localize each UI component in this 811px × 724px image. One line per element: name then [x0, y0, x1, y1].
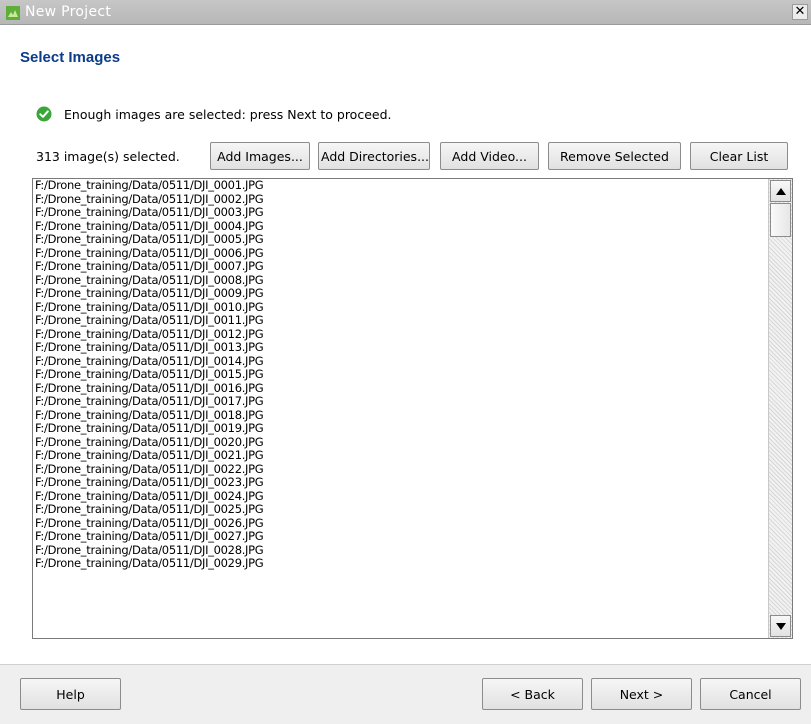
close-icon: ✕ [794, 4, 806, 19]
add-video-button[interactable]: Add Video... [440, 142, 539, 170]
arrow-down-icon [776, 623, 786, 630]
remove-selected-button[interactable]: Remove Selected [548, 142, 681, 170]
selected-count: 313 image(s) selected. [36, 149, 180, 164]
list-item[interactable]: F:/Drone_training/Data/0511/DJI_0025.JPG [35, 502, 765, 517]
list-item[interactable]: F:/Drone_training/Data/0511/DJI_0009.JPG [35, 286, 765, 301]
list-item[interactable]: F:/Drone_training/Data/0511/DJI_0026.JPG [35, 516, 765, 531]
list-item[interactable]: F:/Drone_training/Data/0511/DJI_0014.JPG [35, 354, 765, 369]
status-message: Enough images are selected: press Next t… [64, 107, 392, 122]
close-button[interactable]: ✕ [792, 4, 808, 20]
footer-bar: Help < Back Next > Cancel [0, 664, 811, 724]
scroll-up-button[interactable] [770, 180, 791, 202]
list-item[interactable]: F:/Drone_training/Data/0511/DJI_0004.JPG [35, 219, 765, 234]
list-item[interactable]: F:/Drone_training/Data/0511/DJI_0015.JPG [35, 367, 765, 382]
list-item[interactable]: F:/Drone_training/Data/0511/DJI_0027.JPG [35, 529, 765, 544]
list-item[interactable]: F:/Drone_training/Data/0511/DJI_0002.JPG [35, 192, 765, 207]
list-item[interactable]: F:/Drone_training/Data/0511/DJI_0007.JPG [35, 259, 765, 274]
cancel-button[interactable]: Cancel [700, 678, 801, 710]
list-item[interactable]: F:/Drone_training/Data/0511/DJI_0028.JPG [35, 543, 765, 558]
list-item[interactable]: F:/Drone_training/Data/0511/DJI_0022.JPG [35, 462, 765, 477]
page-title: Select Images [20, 49, 121, 66]
scroll-down-button[interactable] [770, 615, 791, 637]
back-button[interactable]: < Back [482, 678, 583, 710]
list-item[interactable]: F:/Drone_training/Data/0511/DJI_0003.JPG [35, 205, 765, 220]
list-item[interactable]: F:/Drone_training/Data/0511/DJI_0017.JPG [35, 394, 765, 409]
add-directories-button[interactable]: Add Directories... [318, 142, 430, 170]
app-logo-icon [6, 6, 20, 20]
list-item[interactable]: F:/Drone_training/Data/0511/DJI_0011.JPG [35, 313, 765, 328]
arrow-up-icon [776, 188, 786, 195]
list-item[interactable]: F:/Drone_training/Data/0511/DJI_0018.JPG [35, 408, 765, 423]
list-item[interactable]: F:/Drone_training/Data/0511/DJI_0012.JPG [35, 327, 765, 342]
list-item[interactable]: F:/Drone_training/Data/0511/DJI_0001.JPG [35, 179, 765, 193]
list-item[interactable]: F:/Drone_training/Data/0511/DJI_0020.JPG [35, 435, 765, 450]
help-button[interactable]: Help [20, 678, 121, 710]
check-circle-icon [36, 106, 52, 122]
list-item[interactable]: F:/Drone_training/Data/0511/DJI_0010.JPG [35, 300, 765, 315]
list-item[interactable]: F:/Drone_training/Data/0511/DJI_0016.JPG [35, 381, 765, 396]
vertical-scrollbar[interactable] [768, 179, 792, 638]
next-button[interactable]: Next > [591, 678, 692, 710]
list-item[interactable]: F:/Drone_training/Data/0511/DJI_0006.JPG [35, 246, 765, 261]
list-item[interactable]: F:/Drone_training/Data/0511/DJI_0029.JPG [35, 556, 765, 571]
list-item[interactable]: F:/Drone_training/Data/0511/DJI_0013.JPG [35, 340, 765, 355]
list-item[interactable]: F:/Drone_training/Data/0511/DJI_0005.JPG [35, 232, 765, 247]
list-item[interactable]: F:/Drone_training/Data/0511/DJI_0019.JPG [35, 421, 765, 436]
title-bar: New Project ✕ [0, 0, 811, 25]
image-file-list[interactable]: F:/Drone_training/Data/0511/DJI_0001.JPG… [32, 178, 793, 639]
scroll-thumb[interactable] [770, 203, 791, 237]
file-list-items: F:/Drone_training/Data/0511/DJI_0001.JPG… [35, 179, 765, 638]
add-images-button[interactable]: Add Images... [210, 142, 310, 170]
list-item[interactable]: F:/Drone_training/Data/0511/DJI_0024.JPG [35, 489, 765, 504]
list-item[interactable]: F:/Drone_training/Data/0511/DJI_0023.JPG [35, 475, 765, 490]
list-item[interactable]: F:/Drone_training/Data/0511/DJI_0021.JPG [35, 448, 765, 463]
list-item[interactable]: F:/Drone_training/Data/0511/DJI_0008.JPG [35, 273, 765, 288]
clear-list-button[interactable]: Clear List [690, 142, 788, 170]
window-title: New Project [25, 4, 112, 20]
